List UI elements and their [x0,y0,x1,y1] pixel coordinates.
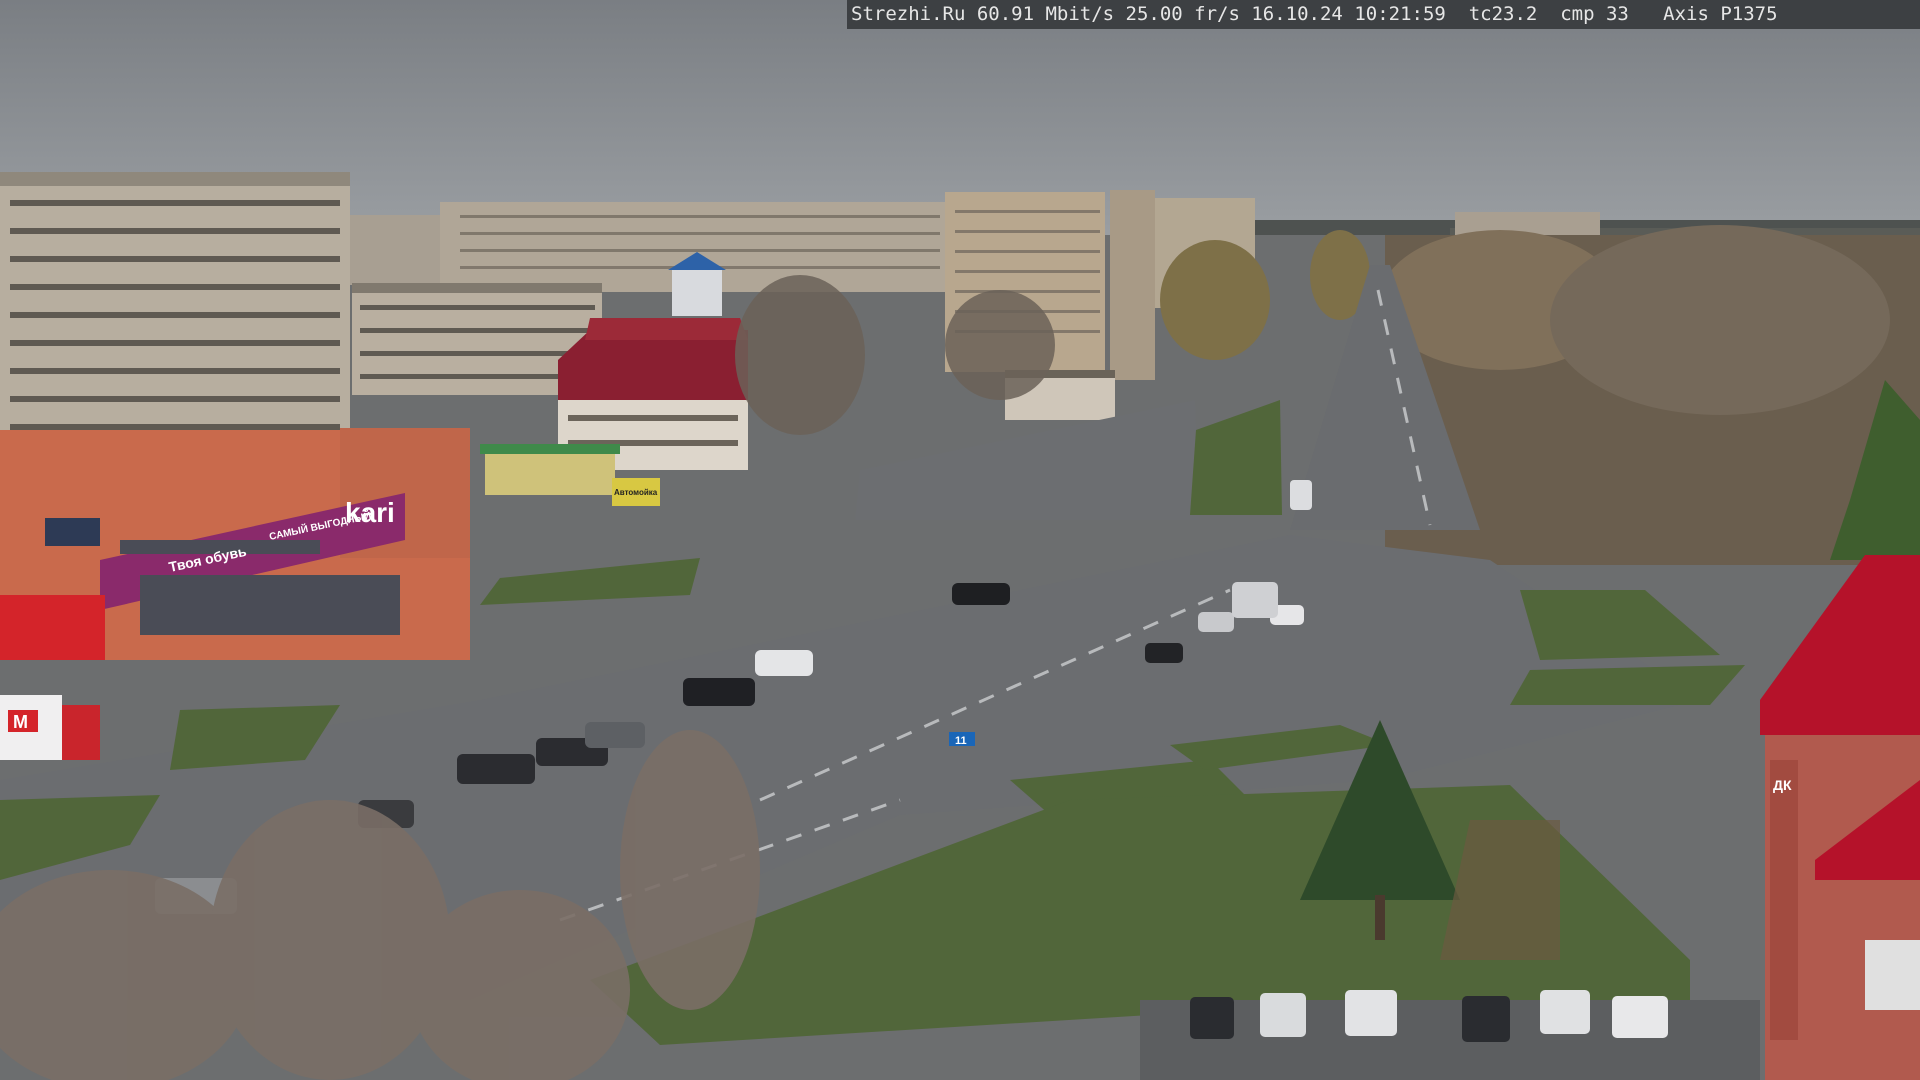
lane-direction-sign: 11 [949,732,975,747]
city-webcam-scene: kari Твоя обувь САМЫЙ ВЫГОДНЫЙ Автомойка [0,0,1920,1080]
green-roof-shop [485,450,615,495]
billboard-text: Автомойка [614,488,658,497]
truck-logo: M [13,712,28,732]
kari-store-building: kari Твоя обувь САМЫЙ ВЫГОДНЫЙ [0,428,470,660]
camera-osd-overlay: Strezhi.Ru 60.91 Mbit/s 25.00 fr/s 16.10… [847,0,1920,29]
svg-text:11: 11 [955,735,967,747]
roadside-billboard: Автомойка [612,478,660,506]
right-building-sign: ДК [1773,777,1792,793]
